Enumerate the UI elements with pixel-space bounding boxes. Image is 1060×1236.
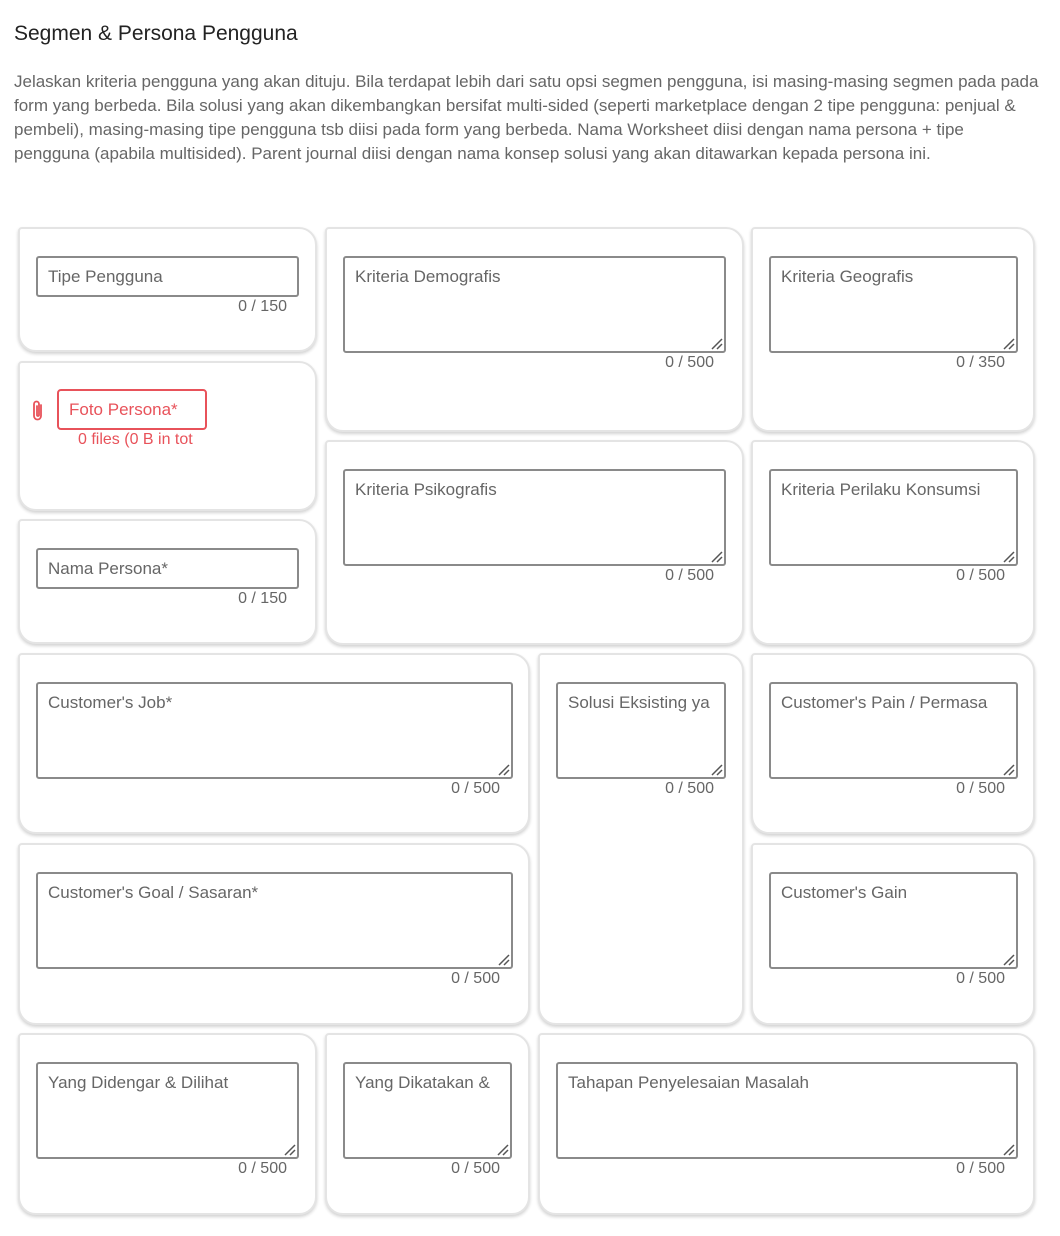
card-nama-persona: Nama Persona* 0 / 150 [18, 519, 317, 644]
customers-job-placeholder: Customer's Job* [48, 693, 173, 712]
paperclip-icon[interactable] [30, 399, 46, 423]
yang-didengar-placeholder: Yang Didengar & Dilihat [48, 1073, 229, 1092]
kriteria-perilaku-counter: 0 / 500 [956, 567, 1005, 584]
tahapan-penyelesaian-counter: 0 / 500 [956, 1160, 1005, 1177]
foto-persona-file-info: 0 files (0 B in tot [78, 431, 193, 448]
kriteria-geografis-counter: 0 / 350 [956, 354, 1005, 371]
yang-dikatakan-placeholder: Yang Dikatakan & [355, 1073, 490, 1092]
foto-persona-label: Foto Persona* [69, 400, 178, 419]
card-kriteria-geografis: Kriteria Geografis 0 / 350 [751, 227, 1035, 432]
card-customers-gain: Customer's Gain 0 / 500 [751, 843, 1035, 1025]
solusi-eksisting-placeholder: Solusi Eksisting ya [568, 693, 710, 712]
resize-handle-icon[interactable] [283, 1143, 296, 1156]
customers-pain-placeholder: Customer's Pain / Permasa [781, 693, 988, 712]
customers-job-counter: 0 / 500 [451, 780, 500, 797]
yang-didengar-textarea[interactable]: Yang Didengar & Dilihat [36, 1062, 299, 1159]
customers-goal-counter: 0 / 500 [451, 970, 500, 987]
customers-goal-textarea[interactable]: Customer's Goal / Sasaran* [36, 872, 513, 969]
resize-handle-icon[interactable] [1002, 550, 1015, 563]
page-title: Segmen & Persona Pengguna [14, 22, 298, 45]
customers-goal-placeholder: Customer's Goal / Sasaran* [48, 883, 259, 902]
kriteria-perilaku-placeholder: Kriteria Perilaku Konsumsi [781, 480, 981, 499]
card-customers-goal: Customer's Goal / Sasaran* 0 / 500 [18, 843, 530, 1025]
yang-didengar-counter: 0 / 500 [238, 1160, 287, 1177]
resize-handle-icon[interactable] [1002, 337, 1015, 350]
kriteria-perilaku-textarea[interactable]: Kriteria Perilaku Konsumsi [769, 469, 1018, 566]
customers-pain-counter: 0 / 500 [956, 780, 1005, 797]
page-description: Jelaskan kriteria pengguna yang akan dit… [14, 72, 1039, 163]
tipe-pengguna-placeholder: Tipe Pengguna [48, 267, 163, 286]
tipe-pengguna-input[interactable]: Tipe Pengguna [36, 256, 299, 297]
customers-gain-placeholder: Customer's Gain [781, 883, 908, 902]
resize-handle-icon[interactable] [496, 1143, 509, 1156]
resize-handle-icon[interactable] [497, 763, 510, 776]
yang-dikatakan-counter: 0 / 500 [451, 1160, 500, 1177]
solusi-eksisting-textarea[interactable]: Solusi Eksisting ya [556, 682, 726, 779]
card-tipe-pengguna: Tipe Pengguna 0 / 150 [18, 227, 317, 352]
resize-handle-icon[interactable] [1002, 953, 1015, 966]
resize-handle-icon[interactable] [1002, 763, 1015, 776]
kriteria-psikografis-counter: 0 / 500 [665, 567, 714, 584]
card-kriteria-psikografis: Kriteria Psikografis 0 / 500 [325, 440, 744, 645]
resize-handle-icon[interactable] [710, 763, 723, 776]
card-customers-job: Customer's Job* 0 / 500 [18, 653, 530, 834]
kriteria-psikografis-placeholder: Kriteria Psikografis [355, 480, 497, 499]
solusi-eksisting-counter: 0 / 500 [665, 780, 714, 797]
tipe-pengguna-counter: 0 / 150 [238, 298, 287, 315]
customers-gain-textarea[interactable]: Customer's Gain [769, 872, 1018, 969]
customers-job-textarea[interactable]: Customer's Job* [36, 682, 513, 779]
resize-handle-icon[interactable] [497, 953, 510, 966]
kriteria-psikografis-textarea[interactable]: Kriteria Psikografis [343, 469, 726, 566]
foto-persona-upload[interactable]: Foto Persona* [57, 389, 207, 430]
resize-handle-icon[interactable] [710, 550, 723, 563]
card-kriteria-demografis: Kriteria Demografis 0 / 500 [325, 227, 744, 432]
kriteria-demografis-placeholder: Kriteria Demografis [355, 267, 501, 286]
card-customers-pain: Customer's Pain / Permasa 0 / 500 [751, 653, 1035, 834]
customers-pain-textarea[interactable]: Customer's Pain / Permasa [769, 682, 1018, 779]
kriteria-geografis-placeholder: Kriteria Geografis [781, 267, 914, 286]
resize-handle-icon[interactable] [1002, 1143, 1015, 1156]
kriteria-geografis-textarea[interactable]: Kriteria Geografis [769, 256, 1018, 353]
card-solusi-eksisting: Solusi Eksisting ya 0 / 500 [538, 653, 744, 1025]
card-yang-dikatakan: Yang Dikatakan & 0 / 500 [325, 1033, 530, 1215]
customers-gain-counter: 0 / 500 [956, 970, 1005, 987]
tahapan-penyelesaian-placeholder: Tahapan Penyelesaian Masalah [568, 1073, 810, 1092]
card-yang-didengar: Yang Didengar & Dilihat 0 / 500 [18, 1033, 317, 1215]
card-foto-persona: Foto Persona* 0 files (0 B in tot [18, 361, 317, 511]
nama-persona-placeholder: Nama Persona* [48, 559, 169, 578]
card-kriteria-perilaku: Kriteria Perilaku Konsumsi 0 / 500 [751, 440, 1035, 645]
resize-handle-icon[interactable] [710, 337, 723, 350]
card-tahapan-penyelesaian: Tahapan Penyelesaian Masalah 0 / 500 [538, 1033, 1035, 1215]
nama-persona-counter: 0 / 150 [238, 590, 287, 607]
tahapan-penyelesaian-textarea[interactable]: Tahapan Penyelesaian Masalah [556, 1062, 1018, 1159]
yang-dikatakan-textarea[interactable]: Yang Dikatakan & [343, 1062, 512, 1159]
kriteria-demografis-textarea[interactable]: Kriteria Demografis [343, 256, 726, 353]
kriteria-demografis-counter: 0 / 500 [665, 354, 714, 371]
nama-persona-input[interactable]: Nama Persona* [36, 548, 299, 589]
